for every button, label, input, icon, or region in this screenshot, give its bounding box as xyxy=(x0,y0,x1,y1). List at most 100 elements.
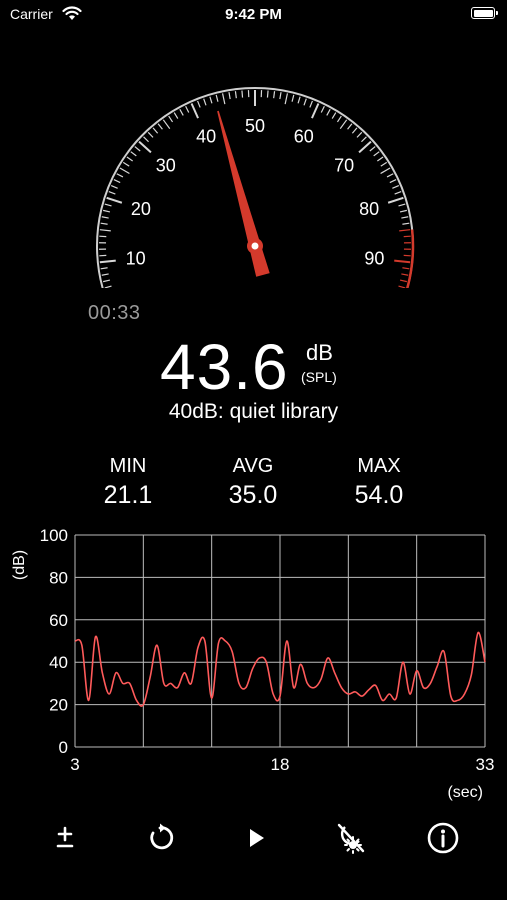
gauge-tick xyxy=(152,127,159,134)
night-mode-icon xyxy=(337,823,365,854)
spl-unit: (SPL) xyxy=(301,369,337,385)
y-tick-label: 20 xyxy=(49,696,68,715)
noise-description: 40dB: quiet library xyxy=(168,400,339,423)
stat-avg: AVG 35.0 xyxy=(193,455,313,510)
reset-icon xyxy=(150,823,174,850)
y-tick-label: 60 xyxy=(49,611,68,630)
battery-icon xyxy=(471,7,498,19)
gauge-tick xyxy=(398,285,406,288)
gauge-tick xyxy=(394,191,402,195)
stat-max: MAX 54.0 xyxy=(319,455,439,510)
gauge-tick xyxy=(203,98,207,106)
gauge-tick xyxy=(377,156,384,162)
gauge-tick xyxy=(389,179,397,184)
min-label: MIN xyxy=(109,455,147,477)
gauge-tick xyxy=(99,259,116,264)
avg-value: 35.0 xyxy=(228,481,278,509)
gauge-tick xyxy=(116,173,124,178)
gauge-tick xyxy=(209,96,213,104)
gauge-tick xyxy=(102,209,111,213)
gauge-tick xyxy=(401,273,409,276)
gauge-label: 40 xyxy=(196,126,216,146)
gauge-tick xyxy=(100,222,108,225)
gauge-tick xyxy=(266,90,269,98)
gauge-red-zone xyxy=(406,229,415,288)
gauge-label: 10 xyxy=(126,249,146,269)
gauge-tick xyxy=(297,96,301,104)
gauge-tick xyxy=(185,106,190,113)
play-button[interactable] xyxy=(232,815,278,861)
y-tick-label: 100 xyxy=(40,526,68,545)
gauge-tick xyxy=(162,119,171,130)
gauge-tick xyxy=(108,191,116,195)
calibrate-button[interactable] xyxy=(42,815,88,861)
gauge-tick xyxy=(157,123,163,130)
gauge-label: 70 xyxy=(334,156,354,176)
gauge-tick xyxy=(228,92,231,100)
gauge-tick xyxy=(303,98,307,106)
gauge-tick xyxy=(110,184,118,189)
gauge-tick xyxy=(134,146,141,152)
gauge-tick xyxy=(106,196,123,204)
gauge-tick xyxy=(401,216,409,219)
info-icon xyxy=(427,822,459,854)
db-history-chart: 0 20 40 60 80 100 3 18 33 (dB) (sec) xyxy=(11,526,494,801)
gauge-tick xyxy=(392,184,400,189)
gauge-tick xyxy=(190,103,199,119)
bottom-toolbar xyxy=(0,815,507,861)
gauge-label: 90 xyxy=(364,249,384,269)
gauge-tick xyxy=(373,151,380,157)
gauge-tick xyxy=(291,94,295,102)
avg-label: AVG xyxy=(232,455,274,477)
gauge-tick xyxy=(241,90,244,98)
gauge-tick xyxy=(387,196,404,204)
max-value: 54.0 xyxy=(354,481,404,509)
y-tick-label: 0 xyxy=(59,738,68,757)
gauge-tick xyxy=(331,112,337,119)
gauge-tick xyxy=(143,136,149,143)
stat-min: MIN 21.1 xyxy=(68,455,188,510)
gauge-tick xyxy=(104,203,112,207)
gauge-tick xyxy=(361,136,367,143)
gauge-tick xyxy=(104,285,112,288)
gauge-tick xyxy=(168,115,174,123)
info-button[interactable] xyxy=(420,815,466,861)
gauge-tick xyxy=(113,179,121,184)
min-value: 21.1 xyxy=(103,481,153,509)
gauge-tick xyxy=(147,131,154,138)
sound-level-gauge: 0102030405060708090100 xyxy=(96,87,415,288)
reset-button[interactable] xyxy=(137,815,183,861)
gauge-tick xyxy=(380,161,388,167)
gauge-tick xyxy=(399,209,408,213)
gauge-tick xyxy=(339,119,348,130)
gauge-label: 30 xyxy=(156,156,176,176)
gauge-tick xyxy=(138,140,152,154)
gauge-tick xyxy=(126,156,133,162)
gauge-tick xyxy=(101,273,109,276)
gauge-tick xyxy=(386,173,394,178)
gauge-label: 50 xyxy=(245,116,265,136)
gauge-tick xyxy=(347,123,353,130)
gauge-tick xyxy=(221,93,226,105)
elapsed-timer: 00:33 xyxy=(88,302,141,324)
gauge-tick xyxy=(326,109,331,116)
y-tick-label: 40 xyxy=(49,653,68,672)
gauge-label: 60 xyxy=(294,126,314,146)
gauge-tick xyxy=(100,267,108,270)
gauge-label: 80 xyxy=(359,199,379,219)
db-unit: dB xyxy=(306,340,333,365)
gauge-pivot-center xyxy=(251,242,259,250)
gauge-tick xyxy=(173,112,179,119)
play-icon xyxy=(250,829,264,847)
gauge-tick xyxy=(101,216,109,219)
gauge-tick xyxy=(234,91,237,99)
gauge-tick xyxy=(336,115,342,123)
gauge-tick xyxy=(358,140,372,154)
gauge-tick xyxy=(102,279,111,283)
night-mode-button[interactable] xyxy=(327,815,373,861)
x-axis-label: (sec) xyxy=(447,784,483,801)
gauge-tick xyxy=(284,93,289,105)
gauge-tick xyxy=(356,131,363,138)
gauge-tick xyxy=(197,100,201,108)
gauge-label: 20 xyxy=(131,199,151,219)
